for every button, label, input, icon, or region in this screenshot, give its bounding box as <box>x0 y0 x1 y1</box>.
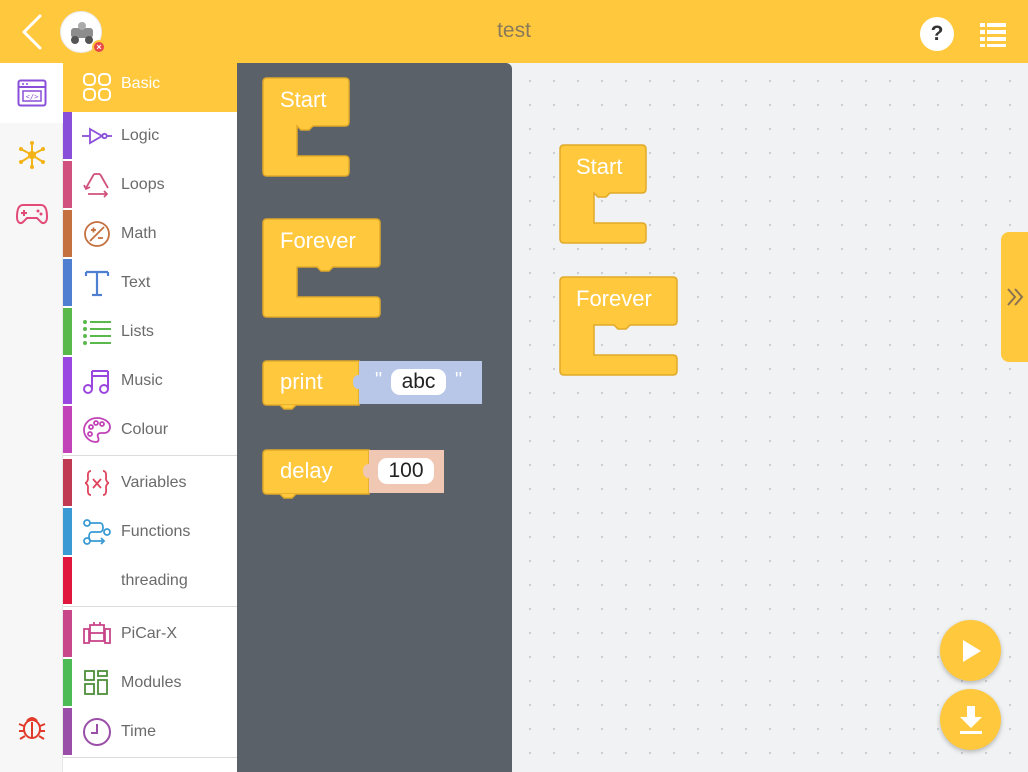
picar-icon <box>82 619 112 649</box>
hub-nodes-icon <box>18 141 45 169</box>
colour-palette-icon <box>82 415 112 445</box>
category-label: Loops <box>121 176 165 193</box>
category-color-bar <box>63 557 72 604</box>
category-text[interactable]: Text <box>63 259 237 308</box>
left-rail: </> <box>0 63 63 772</box>
category-lists[interactable]: Lists <box>63 308 237 357</box>
delay-number-input[interactable]: 100 <box>378 458 434 484</box>
category-divider <box>63 606 237 607</box>
category-logic[interactable]: Logic <box>63 112 237 161</box>
category-modules[interactable]: Modules <box>63 659 237 708</box>
functions-flow-icon <box>82 517 112 547</box>
category-color-bar <box>63 610 72 657</box>
expand-panel-tab[interactable] <box>1001 232 1028 362</box>
category-color-bar <box>63 406 72 453</box>
download-icon <box>959 705 982 734</box>
music-note-icon <box>82 366 112 396</box>
category-color-bar <box>63 308 72 355</box>
print-label: print <box>280 369 323 394</box>
category-label: Time <box>121 723 156 740</box>
category-label: PiCar-X <box>121 625 178 642</box>
category-basic[interactable]: Basic <box>63 63 237 112</box>
close-quote: " <box>455 369 463 391</box>
forever-label: Forever <box>280 228 356 253</box>
open-quote: " <box>375 369 383 391</box>
delay-label: delay <box>280 458 333 483</box>
category-color-bar <box>63 210 72 257</box>
download-button[interactable] <box>940 689 1001 750</box>
category-color-bar <box>63 708 72 755</box>
variables-braces-icon <box>82 468 112 498</box>
category-label: Logic <box>121 127 160 144</box>
category-color-bar <box>63 259 72 306</box>
category-color-bar <box>63 508 72 555</box>
category-label: threading <box>121 572 188 589</box>
category-variables[interactable]: Variables <box>63 459 237 508</box>
code-editor-tab[interactable]: </> <box>0 63 63 123</box>
category-functions[interactable]: Functions <box>63 508 237 557</box>
flyout-start-block[interactable]: Start <box>262 77 353 178</box>
category-label: Lists <box>121 323 154 340</box>
category-label: Variables <box>121 474 187 491</box>
debug-tab[interactable] <box>0 697 63 757</box>
category-picar-x[interactable]: PiCar-X <box>63 610 237 659</box>
category-divider <box>63 455 237 456</box>
logic-gate-icon <box>82 121 112 151</box>
play-icon <box>962 639 981 662</box>
category-color-bar <box>63 357 72 404</box>
gamepad-icon <box>15 204 48 225</box>
help-button[interactable]: ? <box>920 17 954 51</box>
category-color-bar <box>63 112 72 159</box>
flyout-delay-block[interactable]: delay 100 <box>262 449 447 499</box>
lists-icon <box>82 317 112 347</box>
category-threading[interactable]: threading <box>63 557 237 606</box>
category-loops[interactable]: Loops <box>63 161 237 210</box>
category-label: Functions <box>121 523 191 540</box>
category-time[interactable]: Time <box>63 708 237 757</box>
category-math[interactable]: Math <box>63 210 237 259</box>
time-clock-icon <box>82 717 112 747</box>
project-title: test <box>497 19 531 42</box>
workspace-start-block[interactable]: Start <box>559 144 650 245</box>
modules-grid-icon <box>82 668 112 698</box>
category-label: Basic <box>121 75 161 92</box>
start-label: Start <box>280 87 327 112</box>
category-label: Colour <box>121 421 169 438</box>
category-label: Modules <box>121 674 182 691</box>
category-label: Math <box>121 225 157 242</box>
svg-text:</>: </> <box>25 93 38 101</box>
start-label: Start <box>576 154 623 179</box>
block-flyout: Start Forever print " abc " delay 100 <box>237 63 512 772</box>
flyout-forever-block[interactable]: Forever <box>262 218 383 319</box>
category-music[interactable]: Music <box>63 357 237 406</box>
category-divider <box>63 757 237 758</box>
category-color-bar <box>63 459 72 506</box>
category-colour[interactable]: Colour <box>63 406 237 455</box>
text-t-icon <box>82 268 112 298</box>
flyout-print-block[interactable]: print " abc " <box>262 360 485 410</box>
category-color-bar <box>63 659 72 706</box>
print-text-input[interactable]: abc <box>391 369 446 395</box>
block-category-list: Basic Logic Loops Math Text Lists Music … <box>63 63 237 772</box>
category-label: Music <box>121 372 163 389</box>
connections-tab[interactable] <box>0 125 63 185</box>
basic-grid-icon <box>82 72 112 102</box>
run-button[interactable] <box>940 620 1001 681</box>
top-bar: × test ? <box>0 0 1028 63</box>
loops-recycle-icon <box>82 170 112 200</box>
double-chevron-right-icon <box>1006 288 1023 306</box>
code-window-icon: </> <box>17 79 46 107</box>
bug-icon <box>18 717 45 740</box>
category-color-bar <box>63 161 72 208</box>
category-label: Text <box>121 274 151 291</box>
forever-label: Forever <box>576 286 652 311</box>
menu-list-icon[interactable] <box>978 21 1008 47</box>
math-plus-minus-icon <box>82 219 112 249</box>
workspace-forever-block[interactable]: Forever <box>559 276 680 377</box>
gamepad-tab[interactable] <box>0 184 63 244</box>
